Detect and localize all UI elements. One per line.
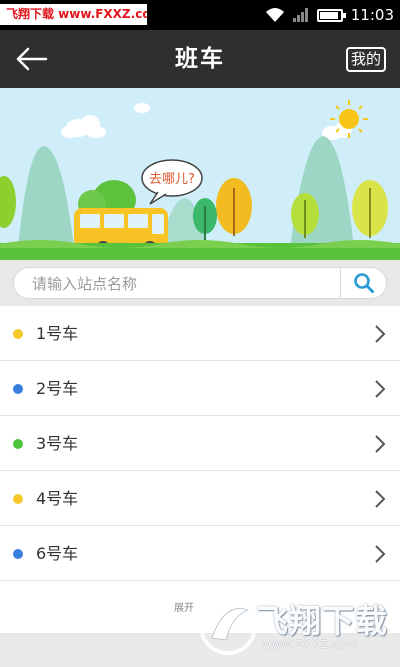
search-icon <box>354 273 374 293</box>
status-dot <box>13 329 23 339</box>
status-dot <box>13 439 23 449</box>
search-area <box>0 260 400 306</box>
banner-illustration: 去哪儿? <box>0 88 400 260</box>
wifi-icon <box>265 8 284 22</box>
search-button[interactable] <box>344 268 384 298</box>
status-time: 11:03 <box>350 6 394 24</box>
bus-label: 4号车 <box>36 489 79 508</box>
bus-label: 1号车 <box>36 324 79 343</box>
cloud-icon <box>61 115 106 138</box>
speech-bubble: 去哪儿? <box>141 159 203 205</box>
watermark-title: 飞翔下载 <box>256 602 389 640</box>
status-dot <box>13 549 23 559</box>
watermark-url: www.FXXZ.com <box>262 638 360 651</box>
page-title: 班车 <box>175 46 225 72</box>
list-item[interactable]: 2号车 <box>0 361 400 416</box>
chevron-right-icon <box>375 380 386 398</box>
signal-icon <box>292 8 308 22</box>
banner-scene: 去哪儿? <box>0 100 400 260</box>
list-item[interactable]: 1号车 <box>0 306 400 361</box>
status-dot <box>13 494 23 504</box>
bubble-text: 去哪儿? <box>149 172 195 187</box>
expand-link[interactable]: 展开 <box>174 599 194 614</box>
search-box <box>13 267 387 299</box>
chevron-right-icon <box>375 545 386 563</box>
list-item[interactable]: 4号车 <box>0 471 400 526</box>
search-divider <box>340 268 341 298</box>
bus-list: 1号车 2号车 3号车 4号车 6号车 <box>0 306 400 581</box>
status-icons: 11:03 <box>265 0 394 30</box>
cloud-small-icon <box>134 103 150 113</box>
status-dot <box>13 384 23 394</box>
watermark-label: 飞翔下载 www.FXXZ.com <box>0 4 147 25</box>
chevron-right-icon <box>375 435 386 453</box>
list-item[interactable]: 3号车 <box>0 416 400 471</box>
status-bar: 飞翔下载 www.FXXZ.com 11:03 <box>0 0 400 30</box>
app-header: 班车 我的 <box>0 30 400 88</box>
search-input[interactable] <box>32 271 332 297</box>
bus-label: 3号车 <box>36 434 79 453</box>
mine-button[interactable]: 我的 <box>345 47 386 72</box>
bus-label: 2号车 <box>36 379 79 398</box>
bus-label: 6号车 <box>36 544 79 563</box>
list-item[interactable]: 6号车 <box>0 526 400 581</box>
chevron-right-icon <box>375 325 386 343</box>
chevron-right-icon <box>375 490 386 508</box>
battery-icon <box>316 8 346 22</box>
